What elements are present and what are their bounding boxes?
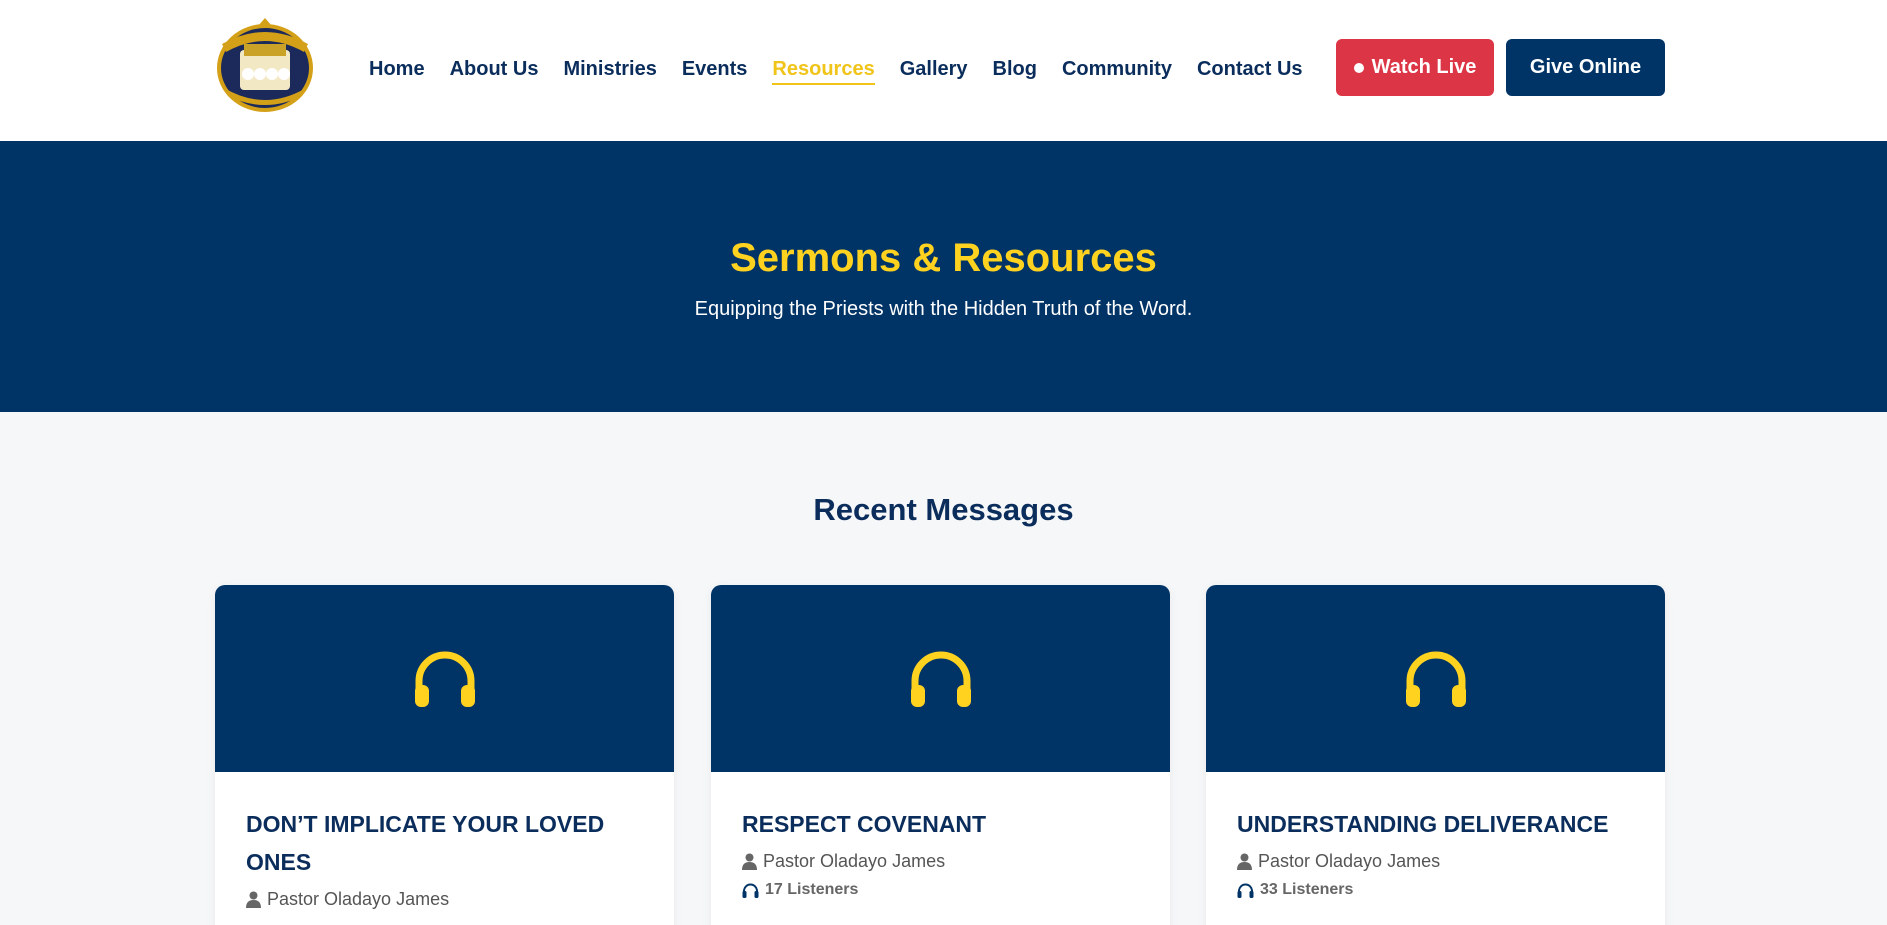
user-icon xyxy=(1237,853,1252,870)
sermon-title[interactable]: DON’T IMPLICATE YOUR LOVED ONES xyxy=(246,805,643,881)
nav-contact-us[interactable]: Contact Us xyxy=(1197,55,1303,85)
sermon-author: Pastor Oladayo James xyxy=(742,847,1139,875)
sermon-card[interactable]: DON’T IMPLICATE YOUR LOVED ONES Pastor O… xyxy=(215,585,674,925)
page-subtitle: Equipping the Priests with the Hidden Tr… xyxy=(694,298,1193,320)
sermon-thumbnail xyxy=(215,585,674,772)
user-icon xyxy=(742,853,757,870)
author-name: Pastor Oladayo James xyxy=(267,888,450,909)
watch-live-label: Watch Live xyxy=(1371,56,1477,78)
listener-count: 17 Listeners xyxy=(742,878,1139,902)
sermon-thumbnail xyxy=(1206,585,1665,772)
section-title: Recent Messages xyxy=(813,492,1074,527)
author-name: Pastor Oladayo James xyxy=(1258,850,1441,871)
give-online-button[interactable]: Give Online xyxy=(1506,39,1665,96)
sermon-author: Pastor Oladayo James xyxy=(246,885,643,913)
sermon-title[interactable]: UNDERSTANDING DELIVERANCE xyxy=(1237,805,1634,843)
nav-community[interactable]: Community xyxy=(1062,55,1172,85)
sermon-card[interactable]: RESPECT COVENANT Pastor Oladayo James 17… xyxy=(711,585,1170,925)
nav-resources[interactable]: Resources xyxy=(772,55,875,85)
page-title: Sermons & Resources xyxy=(730,236,1157,280)
nav-events[interactable]: Events xyxy=(682,55,748,85)
headphones-icon xyxy=(910,651,971,707)
sermon-author: Pastor Oladayo James xyxy=(1237,847,1634,875)
headphones-icon xyxy=(742,883,759,898)
nav-ministries[interactable]: Ministries xyxy=(563,55,656,85)
watch-live-button[interactable]: Watch Live xyxy=(1336,39,1494,96)
church-logo[interactable] xyxy=(214,14,316,114)
site-header: Home About Us Ministries Events Resource… xyxy=(0,0,1887,141)
sermon-title[interactable]: RESPECT COVENANT xyxy=(742,805,1139,843)
sermon-thumbnail xyxy=(711,585,1170,772)
headphones-icon xyxy=(1237,883,1254,898)
author-name: Pastor Oladayo James xyxy=(763,850,946,871)
nav-gallery[interactable]: Gallery xyxy=(900,55,968,85)
listener-count-text: 17 Listeners xyxy=(765,881,859,898)
nav-blog[interactable]: Blog xyxy=(993,55,1037,85)
headphones-icon xyxy=(1405,651,1466,707)
listener-count-text: 33 Listeners xyxy=(1260,881,1354,898)
nav-home[interactable]: Home xyxy=(369,55,425,85)
sermon-card[interactable]: UNDERSTANDING DELIVERANCE Pastor Oladayo… xyxy=(1206,585,1665,925)
nav-about-us[interactable]: About Us xyxy=(450,55,539,85)
give-online-label: Give Online xyxy=(1529,56,1642,78)
headphones-icon xyxy=(414,651,475,707)
user-icon xyxy=(246,891,261,908)
live-dot-icon xyxy=(1353,62,1364,73)
main-nav: Home About Us Ministries Events Resource… xyxy=(369,55,1328,85)
hero-banner: Sermons & Resources Equipping the Priest… xyxy=(0,141,1887,412)
listener-count: 33 Listeners xyxy=(1237,878,1634,902)
